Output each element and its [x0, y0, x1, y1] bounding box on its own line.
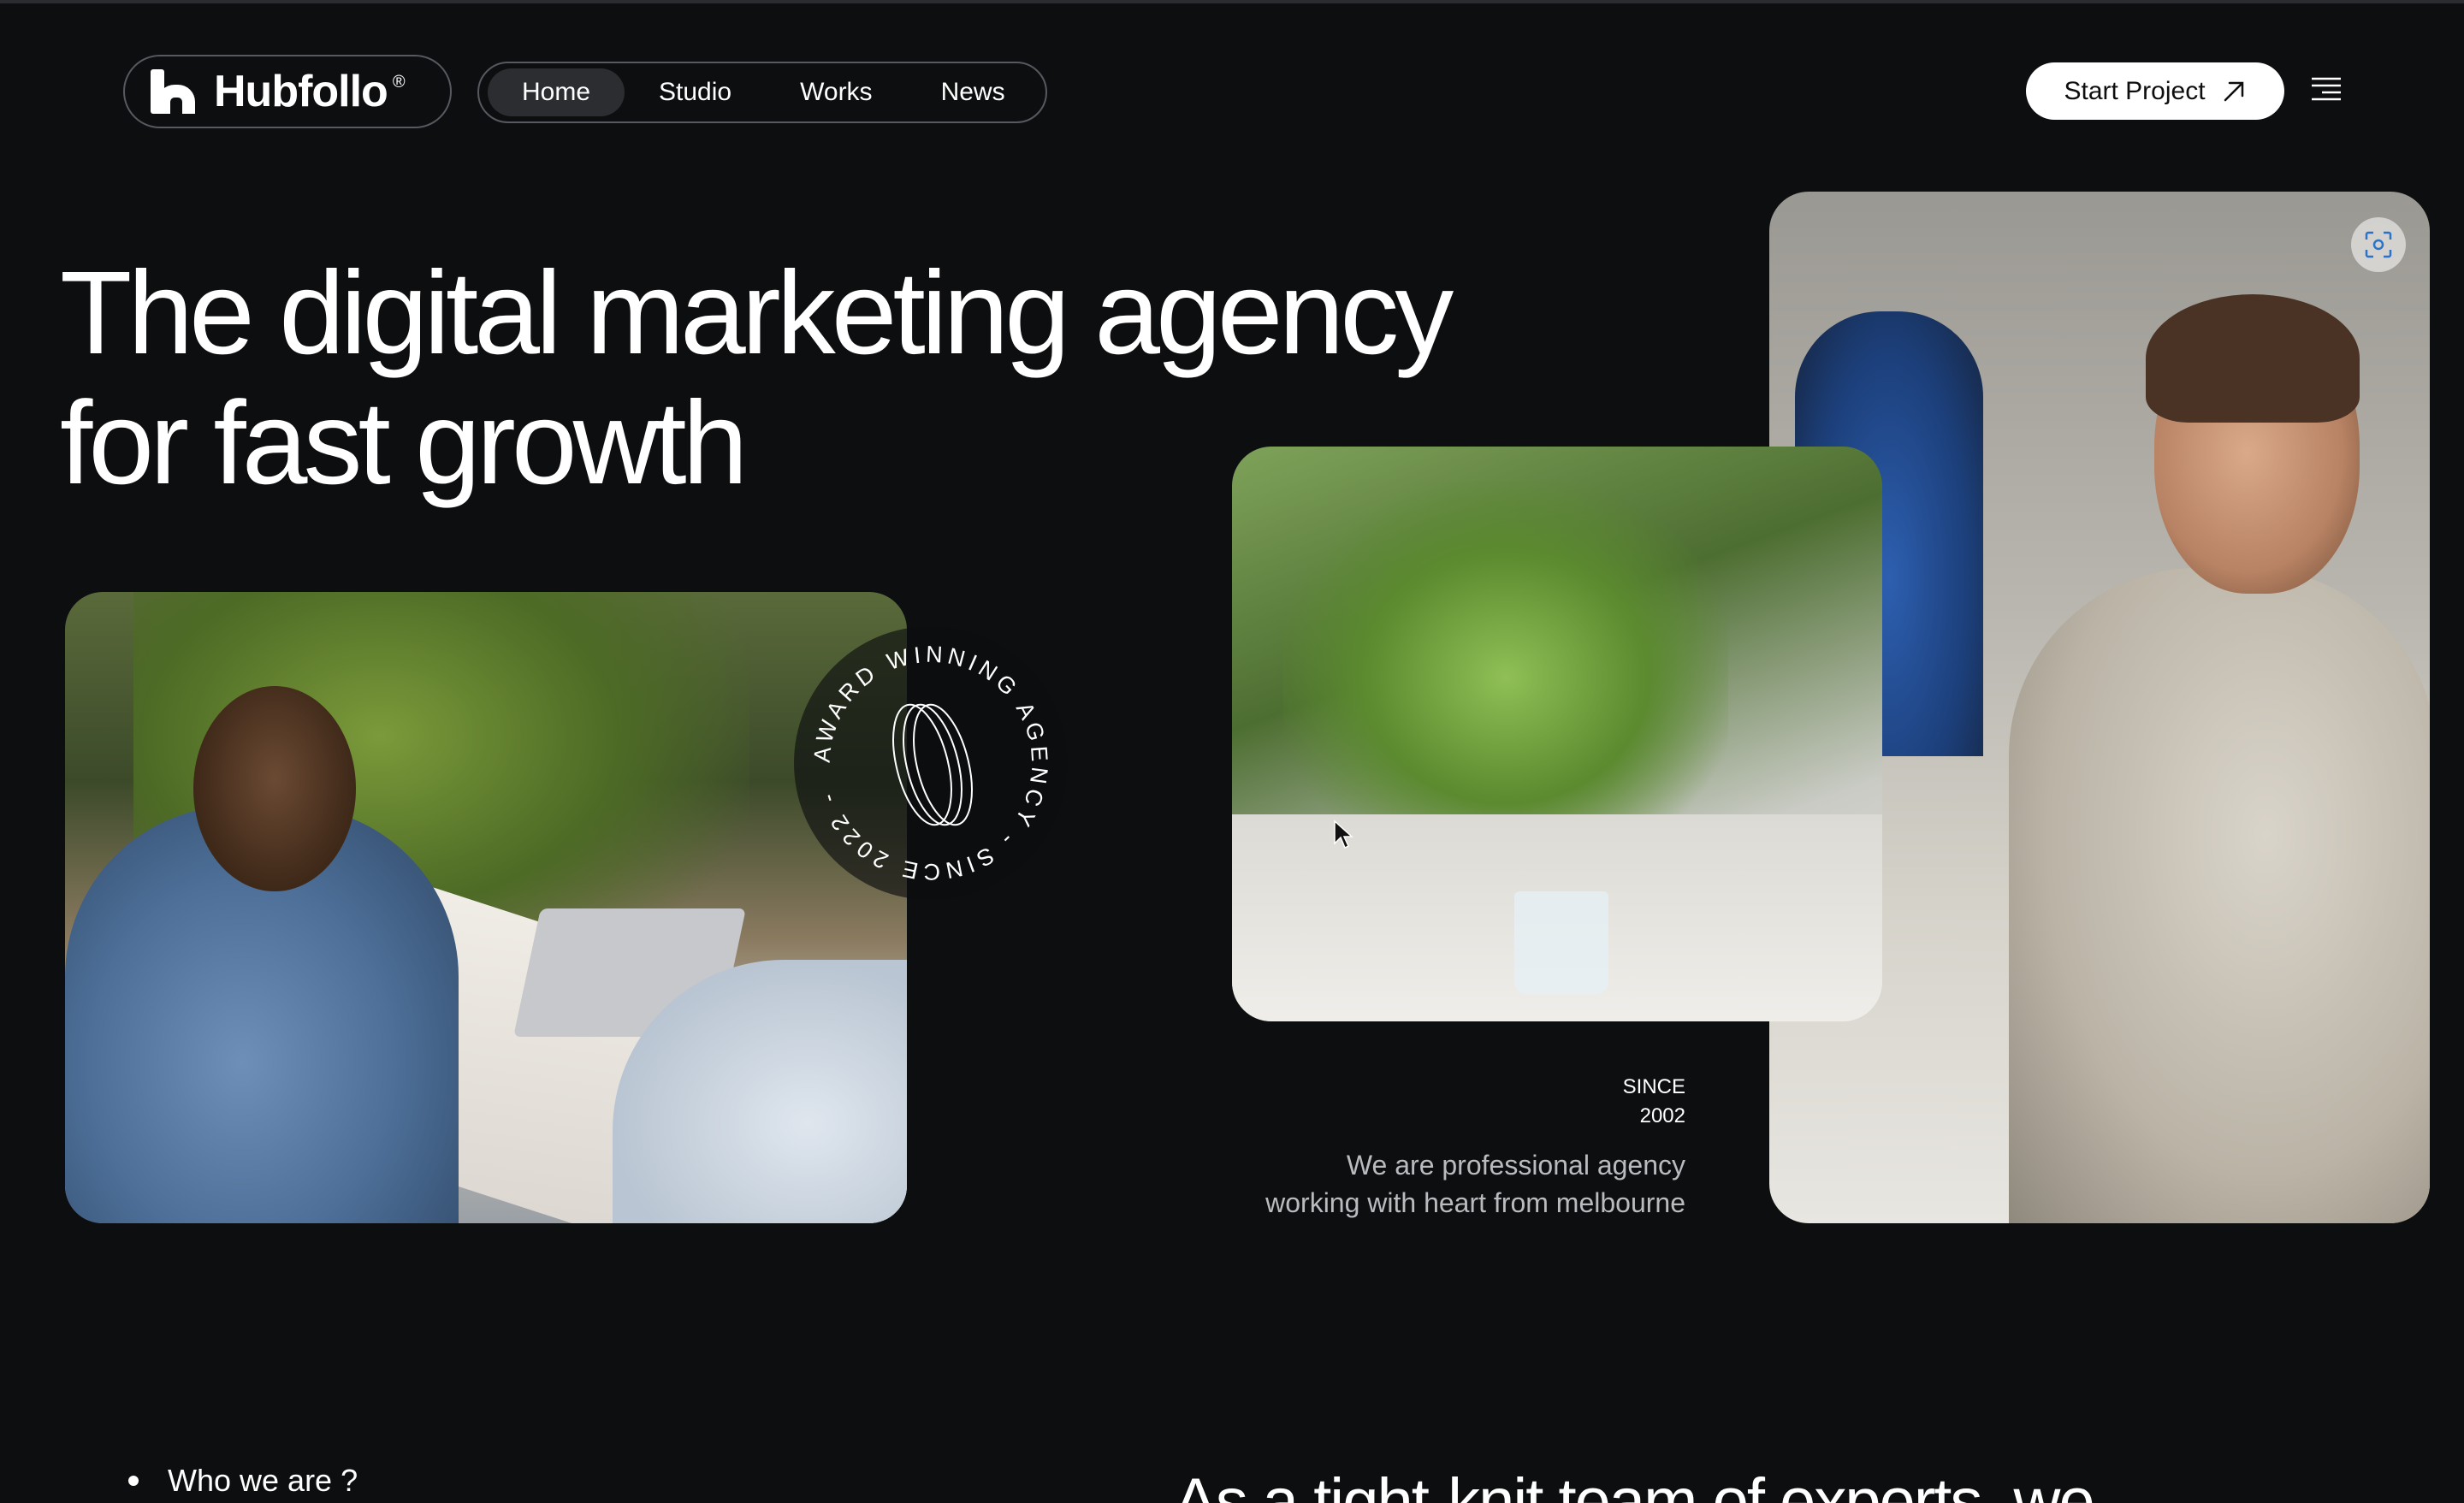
registered-mark: ® — [392, 72, 406, 92]
section-heading: As a tight-knit team of experts, we — [1174, 1465, 2095, 1503]
scan-focus-icon — [2365, 231, 2392, 258]
top-border — [0, 0, 2464, 3]
brand-name: Hubfollo — [214, 67, 388, 116]
nav-item-works[interactable]: Works — [766, 68, 906, 116]
who-we-are-text: Who we are ? — [168, 1463, 358, 1498]
award-badge: AWARD WINNING AGENCY - SINCE 2022 - — [794, 626, 1068, 900]
hero-image-team — [65, 592, 907, 1223]
since-text: SINCE — [1622, 1075, 1685, 1098]
who-we-are-label: Who we are ? — [128, 1463, 358, 1499]
agency-tagline: We are professional agency working with … — [1215, 1146, 1685, 1222]
rings-icon — [892, 703, 973, 826]
nav-item-news[interactable]: News — [907, 68, 1040, 116]
nav-item-studio[interactable]: Studio — [625, 68, 766, 116]
svg-text:AWARD WINNING AGENCY - SINCE 2: AWARD WINNING AGENCY - SINCE 2022 - — [809, 642, 1053, 885]
bullet-dot — [128, 1476, 139, 1486]
start-project-button[interactable]: Start Project — [2026, 62, 2284, 120]
arrow-up-right-icon — [2224, 81, 2243, 101]
nav-item-home[interactable]: Home — [488, 68, 625, 116]
mouse-cursor-icon — [1334, 820, 1353, 849]
logo-icon — [151, 69, 195, 114]
since-label: SINCE 2002 — [1454, 1073, 1685, 1131]
focus-scan-button[interactable] — [2351, 217, 2406, 272]
start-project-label: Start Project — [2064, 76, 2206, 105]
hero-title-line-2: for fast growth — [60, 377, 748, 509]
badge-text: AWARD WINNING AGENCY - SINCE 2022 - — [809, 642, 1049, 885]
tagline-line-2: working with heart from melbourne — [1265, 1187, 1685, 1218]
tagline-line-1: We are professional agency — [1346, 1150, 1685, 1181]
since-year: 2002 — [1639, 1104, 1685, 1127]
menu-icon[interactable] — [2308, 75, 2343, 103]
brand-logo-link[interactable]: Hubfollo ® — [123, 55, 452, 128]
main-nav: Home Studio Works News — [477, 62, 1047, 123]
